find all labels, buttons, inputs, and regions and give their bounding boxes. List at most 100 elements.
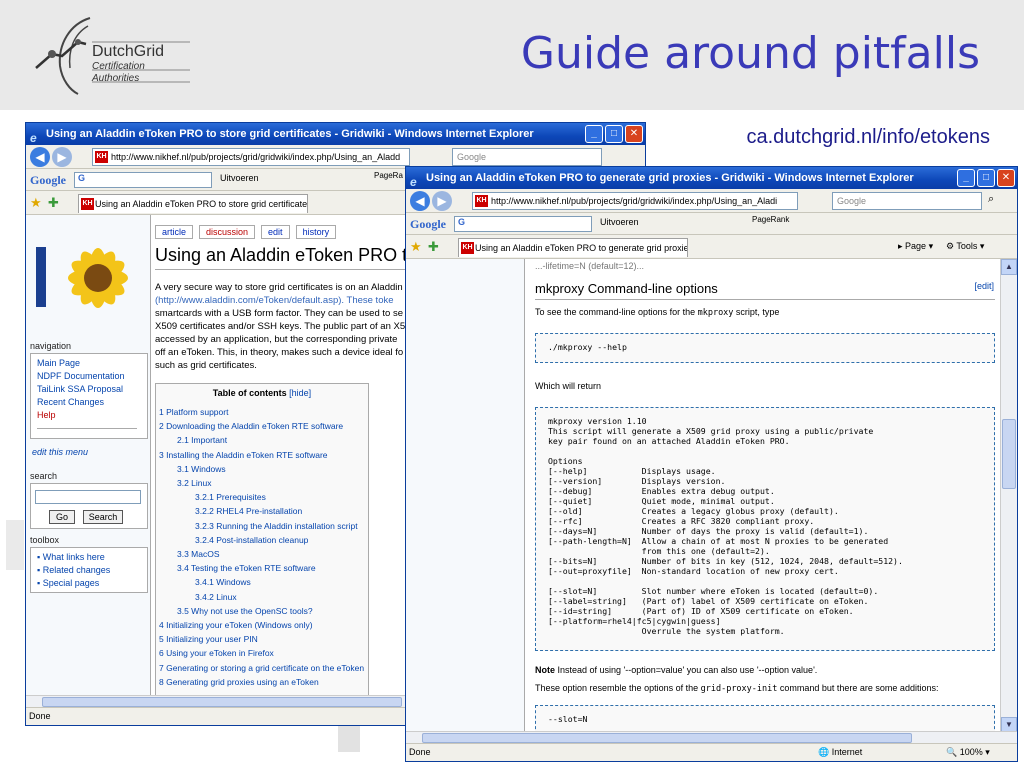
back-button[interactable]: ◀ bbox=[30, 147, 50, 167]
toc-item[interactable]: 3.2.3 Running the Aladdin installation s… bbox=[195, 520, 358, 533]
zoom-level[interactable]: 🔍 100% ▾ bbox=[946, 744, 990, 761]
help-output-line: [--label=string] (Part of) label of X509… bbox=[548, 596, 869, 606]
help-output-line: [--platform=rhel4|fc5|cygwin|guess] bbox=[548, 616, 721, 626]
window2-horizontal-scrollbar[interactable] bbox=[406, 731, 1017, 743]
maximize-button[interactable]: □ bbox=[977, 169, 995, 187]
google-search-field[interactable]: G bbox=[454, 216, 592, 232]
toc-item[interactable]: 3.3 MacOS bbox=[177, 548, 220, 561]
window2-url-text: http://www.nikhef.nl/pub/projects/grid/g… bbox=[491, 196, 778, 206]
browser-window-generate-proxies[interactable]: e Using an Aladdin eToken PRO to generat… bbox=[405, 166, 1018, 762]
section-heading: mkproxy Command-line options bbox=[535, 281, 718, 296]
toc-item[interactable]: 3.1 Windows bbox=[177, 463, 226, 476]
nav-tailink[interactable]: TaiLink SSA Proposal bbox=[37, 384, 123, 394]
nav-main-page[interactable]: Main Page bbox=[37, 358, 80, 368]
window2-tab[interactable]: KH Using an Aladdin eToken PRO to genera… bbox=[458, 238, 688, 257]
window2-vertical-scrollbar[interactable]: ▲ ▼ bbox=[1000, 259, 1017, 733]
toc-item[interactable]: 3.5 Why not use the OpenSC tools? bbox=[177, 605, 313, 618]
window1-url-field[interactable]: KH http://www.nikhef.nl/pub/projects/gri… bbox=[92, 148, 410, 166]
window2-vscroll-thumb[interactable] bbox=[1002, 419, 1016, 489]
window2-article: ...-lifetime=N (default=12)... mkproxy C… bbox=[524, 259, 1002, 745]
google-g-label: G bbox=[78, 173, 86, 183]
edit-this-menu-link[interactable]: edit this menu bbox=[32, 447, 88, 457]
maximize-button[interactable]: □ bbox=[605, 125, 623, 143]
toc-item[interactable]: 3.4.1 Windows bbox=[195, 576, 251, 589]
window1-titlebar[interactable]: e Using an Aladdin eToken PRO to store g… bbox=[26, 123, 645, 145]
toc-item[interactable]: 3 Installing the Aladdin eToken RTE soft… bbox=[159, 449, 328, 462]
window1-hscroll-thumb[interactable] bbox=[42, 697, 402, 707]
help-output-block: mkproxy version 1.10 This script will gen… bbox=[535, 407, 995, 651]
toc-item[interactable]: 3.2 Linux bbox=[177, 477, 212, 490]
uitvoeren-button[interactable]: Uitvoeren bbox=[220, 173, 259, 183]
window1-search-field[interactable]: Google bbox=[452, 148, 602, 166]
sidebar-search-input[interactable] bbox=[35, 490, 141, 504]
toc-item[interactable]: 5 Initializing your user PIN bbox=[159, 633, 258, 646]
toc-item[interactable]: 3.4 Testing the eToken RTE software bbox=[177, 562, 316, 575]
window2-titlebar[interactable]: e Using an Aladdin eToken PRO to generat… bbox=[406, 167, 1017, 189]
toolbox-what-links-here[interactable]: ▪ What links here bbox=[37, 552, 105, 562]
pagerank-label: PageRank bbox=[752, 215, 790, 224]
toc-item[interactable]: 2.1 Important bbox=[177, 434, 227, 447]
scroll-up-arrow-icon[interactable]: ▲ bbox=[1001, 259, 1017, 275]
window2-hscroll-thumb[interactable] bbox=[422, 733, 912, 743]
decor-bar bbox=[6, 520, 24, 570]
minimize-button[interactable]: _ bbox=[585, 125, 603, 143]
nav-ndpf-documentation[interactable]: NDPF Documentation bbox=[37, 371, 125, 381]
help-output-line: key pair found on an attached Aladdin eT… bbox=[548, 436, 790, 446]
slide: DutchGrid Certification Authorities Guid… bbox=[0, 0, 1024, 768]
go-button[interactable]: Go bbox=[49, 510, 75, 524]
add-favorites-icon[interactable]: ✚ bbox=[428, 239, 439, 255]
nav-help[interactable]: Help bbox=[37, 410, 56, 420]
minimize-button[interactable]: _ bbox=[957, 169, 975, 187]
help-output-line: [--debug] Enables extra debug output. bbox=[548, 486, 775, 496]
note-paragraph: Note Instead of using '--option=value' y… bbox=[535, 665, 818, 675]
tools-menu[interactable]: ⚙ Tools ▾ bbox=[946, 241, 984, 252]
close-button[interactable]: ✕ bbox=[997, 169, 1015, 187]
favorites-star-icon[interactable]: ★ bbox=[30, 195, 42, 211]
toc-item[interactable]: 6 Using your eToken in Firefox bbox=[159, 647, 274, 660]
navigation-box: Main Page NDPF Documentation TaiLink SSA… bbox=[30, 353, 148, 439]
back-button[interactable]: ◀ bbox=[410, 191, 430, 211]
tab-edit[interactable]: edit bbox=[261, 225, 290, 239]
forward-button[interactable]: ▶ bbox=[52, 147, 72, 167]
toc-item[interactable]: 3.2.1 Prerequisites bbox=[195, 491, 266, 504]
toc-item[interactable]: 3.2.4 Post-installation cleanup bbox=[195, 534, 308, 547]
tab-history[interactable]: history bbox=[295, 225, 337, 239]
favorites-star-icon[interactable]: ★ bbox=[410, 239, 422, 255]
window2-status-text: Done bbox=[409, 747, 431, 757]
window1-title: Using an Aladdin eToken PRO to store gri… bbox=[46, 128, 534, 140]
google-logo-icon: Google bbox=[30, 173, 66, 187]
help-output-line: This script will generate a X509 grid pr… bbox=[548, 426, 874, 436]
forward-button[interactable]: ▶ bbox=[432, 191, 452, 211]
add-favorites-icon[interactable]: ✚ bbox=[48, 195, 59, 211]
window2-title: Using an Aladdin eToken PRO to generate … bbox=[426, 172, 914, 184]
window2-url-field[interactable]: KH http://www.nikhef.nl/pub/projects/gri… bbox=[472, 192, 798, 210]
toc-item[interactable]: 8 Generating grid proxies using an eToke… bbox=[159, 676, 319, 689]
search-magnifier-icon[interactable]: ⌕ bbox=[988, 193, 994, 206]
toc-item[interactable]: 3.2.2 RHEL4 Pre-installation bbox=[195, 505, 302, 518]
site-favicon-icon: KH bbox=[95, 151, 108, 163]
toc-item[interactable]: 3.4.2 Linux bbox=[195, 591, 237, 604]
search-button[interactable]: Search bbox=[83, 510, 123, 524]
window2-search-field[interactable]: Google bbox=[832, 192, 982, 210]
window1-tab[interactable]: KH Using an Aladdin eToken PRO to store … bbox=[78, 194, 308, 213]
url-caption: ca.dutchgrid.nl/info/etokens bbox=[746, 126, 991, 148]
section-edit-link[interactable]: [edit] bbox=[974, 281, 994, 291]
toc-item[interactable]: 7 Generating or storing a grid certifica… bbox=[159, 662, 364, 675]
tab-article[interactable]: article bbox=[155, 225, 194, 239]
uitvoeren-button[interactable]: Uitvoeren bbox=[600, 217, 639, 227]
nav-recent-changes[interactable]: Recent Changes bbox=[37, 397, 104, 407]
toc-item[interactable]: 2 Downloading the Aladdin eToken RTE sof… bbox=[159, 420, 343, 433]
logo-line1: DutchGrid bbox=[92, 43, 165, 60]
google-search-field[interactable]: G bbox=[74, 172, 212, 188]
toc-item[interactable]: 4 Initializing your eToken (Windows only… bbox=[159, 619, 313, 632]
tab-discussion[interactable]: discussion bbox=[199, 225, 256, 239]
toolbox-related-changes[interactable]: ▪ Related changes bbox=[37, 565, 110, 575]
navigation-label: navigation bbox=[30, 341, 72, 351]
toc-hide-link[interactable]: [hide] bbox=[289, 388, 311, 398]
toolbox-special-pages[interactable]: ▪ Special pages bbox=[37, 578, 99, 588]
search-box: Go Search bbox=[30, 483, 148, 529]
toc-item[interactable]: 1 Platform support bbox=[159, 406, 228, 419]
nav-divider bbox=[37, 428, 137, 429]
page-menu[interactable]: ▸ Page ▾ bbox=[898, 241, 933, 252]
close-button[interactable]: ✕ bbox=[625, 125, 643, 143]
